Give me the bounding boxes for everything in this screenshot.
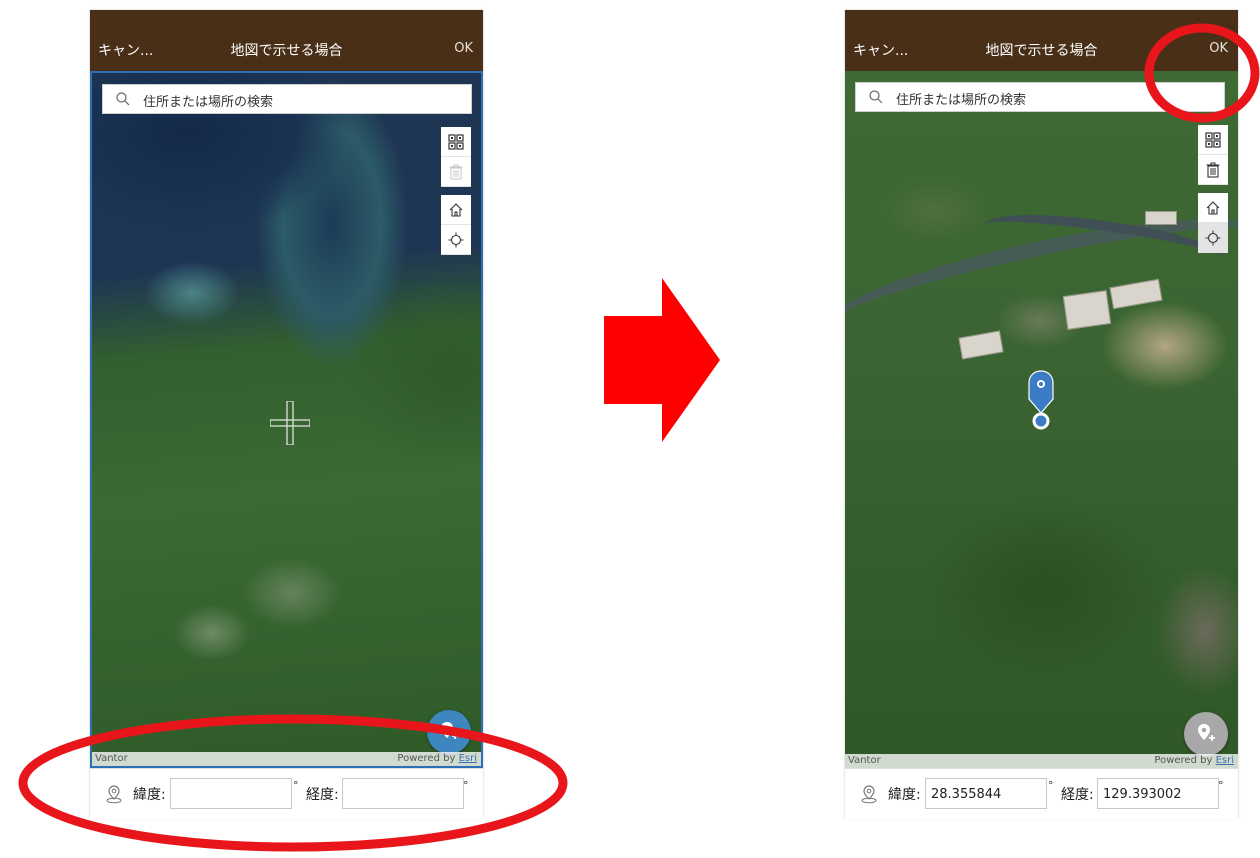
qr-code-button[interactable] bbox=[441, 127, 471, 157]
add-location-button[interactable] bbox=[1184, 712, 1228, 756]
map-toolbar bbox=[1198, 125, 1228, 253]
map-toolbar bbox=[441, 127, 471, 255]
locate-icon bbox=[448, 232, 464, 247]
trash-icon bbox=[1206, 162, 1220, 178]
search-input[interactable]: 住所または場所の検索 bbox=[143, 91, 273, 110]
home-button[interactable] bbox=[1198, 193, 1228, 223]
map-attribution: Vantor Powered by Esri bbox=[845, 754, 1238, 768]
qr-code-icon bbox=[448, 133, 464, 150]
longitude-label: 経度: bbox=[1061, 787, 1094, 803]
latitude-unit: ° bbox=[1048, 779, 1054, 792]
locate-button[interactable] bbox=[1198, 223, 1228, 253]
search-input[interactable]: 住所または場所の検索 bbox=[896, 89, 1026, 108]
map-location-pin-icon[interactable] bbox=[1027, 369, 1055, 433]
crosshair-icon bbox=[270, 401, 310, 445]
phone-screen-before: キャン... 地図で示せる場合 OK 住所または場所の検索 Vantor Pow… bbox=[90, 10, 483, 819]
longitude-field[interactable]: 129.393002 bbox=[1097, 778, 1219, 809]
app-header: キャン... 地図で示せる場合 OK bbox=[90, 10, 483, 71]
home-button[interactable] bbox=[441, 195, 471, 225]
highlight-ellipse-ok bbox=[1144, 23, 1260, 123]
home-icon bbox=[1206, 200, 1220, 215]
powered-by-label: Powered by bbox=[1154, 755, 1213, 766]
qr-code-icon bbox=[1205, 131, 1221, 148]
phone-screen-after: キャン... 地図で示せる場合 OK 住所または場所の検索 Vantor Pow… bbox=[845, 10, 1238, 819]
search-icon bbox=[869, 90, 883, 104]
trash-icon bbox=[449, 164, 463, 180]
coordinate-bar: 緯度: 28.355844 ° 経度: 129.393002 ° bbox=[845, 768, 1238, 819]
highlight-ellipse-coordinates bbox=[18, 714, 568, 852]
esri-link[interactable]: Esri bbox=[1216, 755, 1234, 766]
latitude-field[interactable]: 28.355844 bbox=[925, 778, 1047, 809]
ok-button[interactable]: OK bbox=[454, 41, 473, 56]
qr-code-button[interactable] bbox=[1198, 125, 1228, 155]
delete-button[interactable] bbox=[1198, 155, 1228, 185]
search-icon bbox=[116, 92, 130, 106]
map-view[interactable]: 住所または場所の検索 Vantor Powered by Esri bbox=[845, 71, 1238, 768]
home-icon bbox=[449, 202, 463, 217]
page-title: 地図で示せる場合 bbox=[230, 43, 343, 59]
map-view[interactable]: 住所または場所の検索 Vantor Powered by Esri bbox=[90, 71, 483, 768]
latitude-label: 緯度: bbox=[888, 787, 921, 803]
powered-by: Powered by Esri bbox=[1154, 755, 1234, 766]
transition-arrow-icon bbox=[604, 278, 720, 442]
pin-plus-icon bbox=[1198, 724, 1215, 741]
imagery-source: Vantor bbox=[848, 755, 881, 766]
longitude-unit: ° bbox=[1218, 779, 1224, 792]
location-pin-icon bbox=[861, 785, 877, 804]
locate-icon bbox=[1205, 230, 1221, 245]
search-box[interactable]: 住所または場所の検索 bbox=[102, 84, 472, 114]
locate-button[interactable] bbox=[441, 225, 471, 255]
delete-button[interactable] bbox=[441, 157, 471, 187]
